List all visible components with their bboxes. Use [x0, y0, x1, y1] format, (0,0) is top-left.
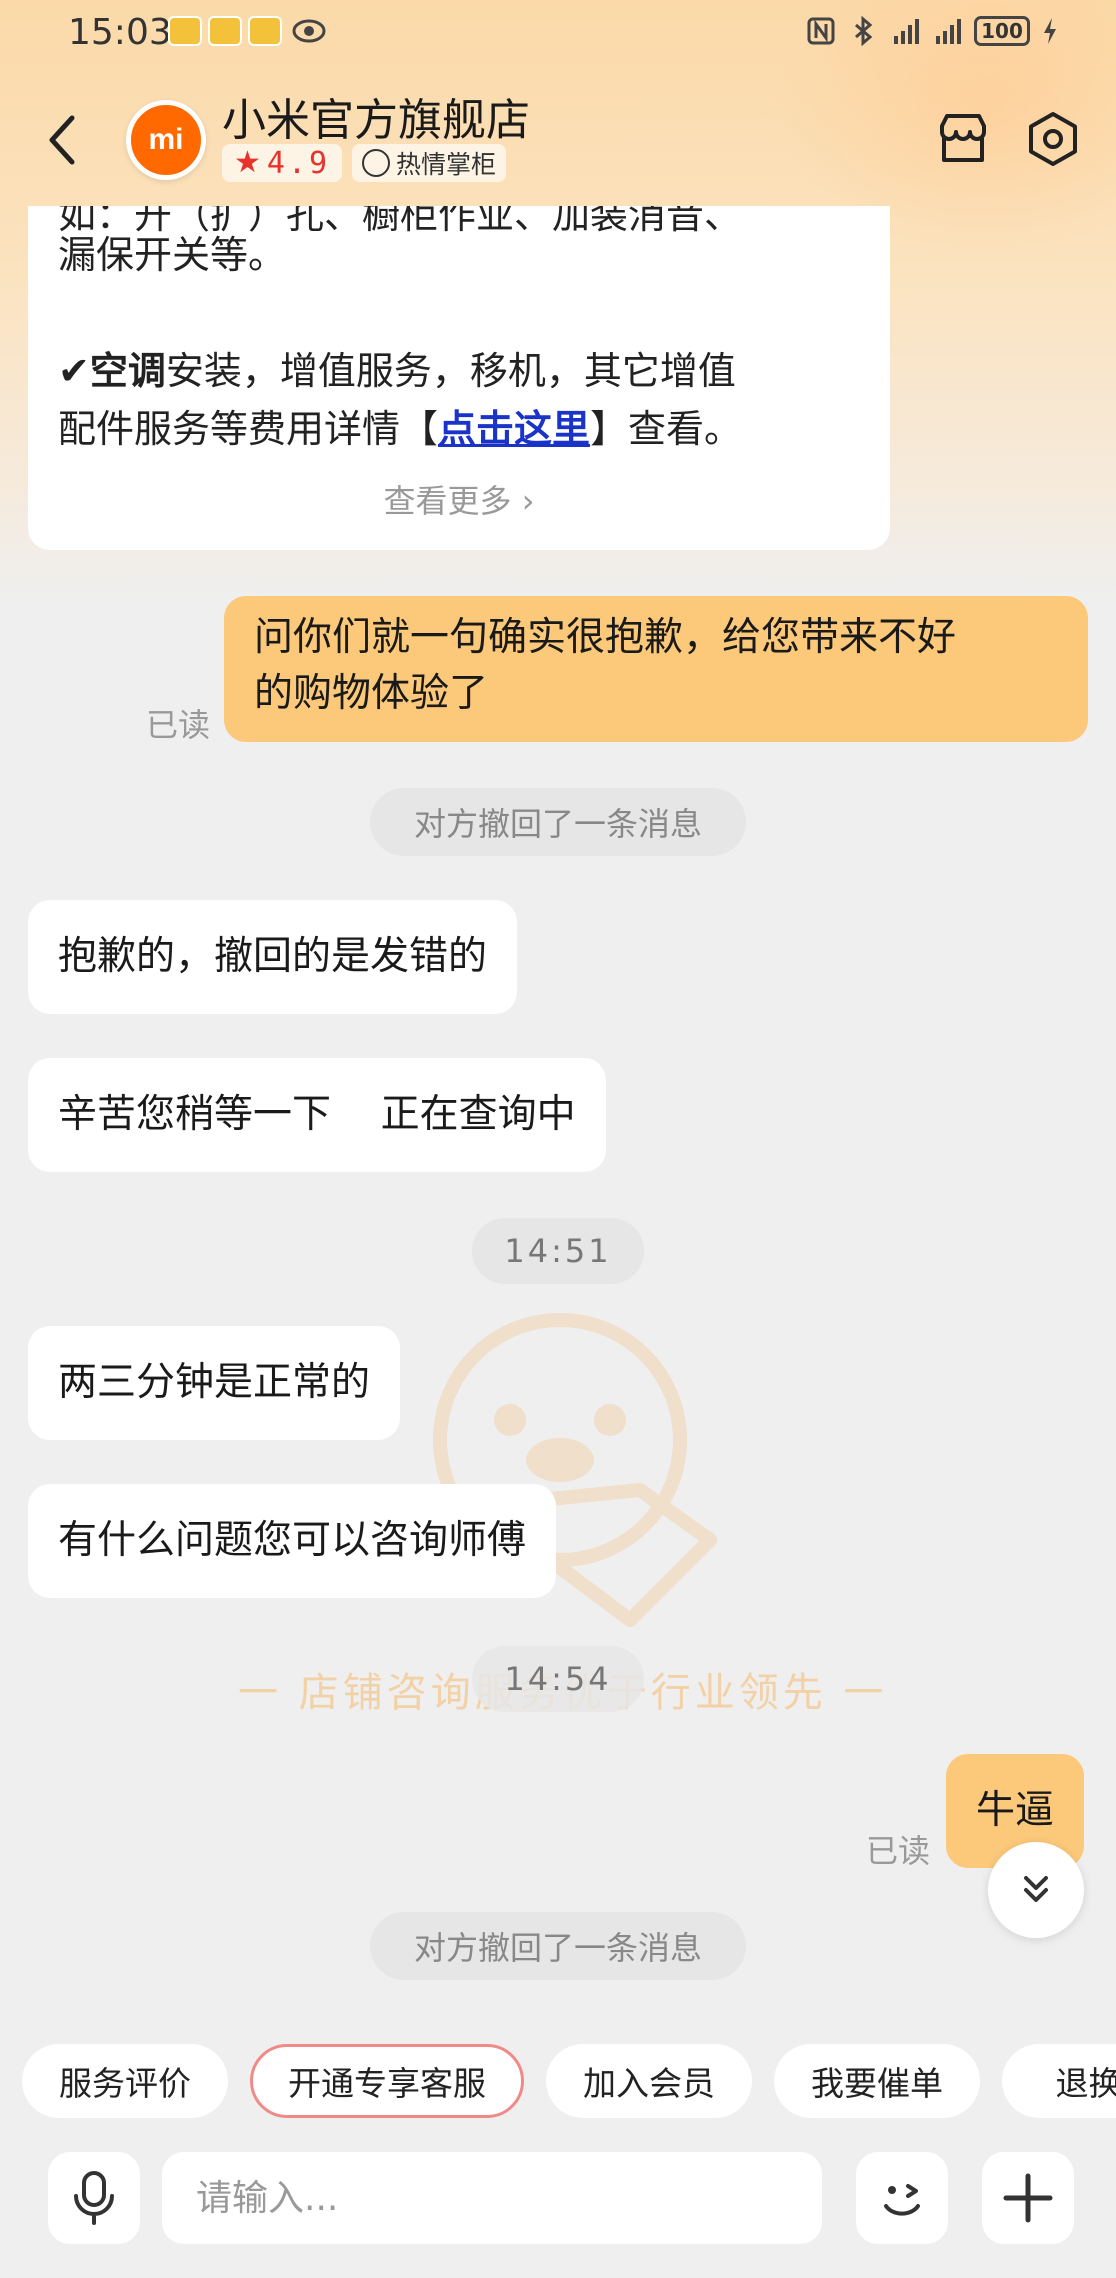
chat-header: mi 小米官方旗舰店 ★ 4.9 热情掌柜: [0, 70, 1116, 206]
quick-action-urge-order[interactable]: 我要催单: [774, 2044, 980, 2118]
quick-action-return-exchange[interactable]: 退换货: [1002, 2044, 1116, 2118]
quick-actions-bar: 服务评价 开通专享客服 加入会员 我要催单 退换货: [0, 2040, 1116, 2120]
message-text: 的购物体验了: [254, 671, 489, 716]
back-arrow-icon[interactable]: [40, 110, 90, 170]
host-badge-label: 热情掌柜: [396, 150, 497, 179]
recall-notice: 对方撤回了一条消息: [370, 788, 746, 856]
scroll-to-bottom-button[interactable]: [988, 1842, 1084, 1938]
logo-text: mi: [148, 123, 184, 156]
nfc-icon: [807, 17, 835, 45]
incoming-message[interactable]: 两三分钟是正常的: [28, 1326, 401, 1440]
notification-icon: [248, 16, 282, 46]
notification-icon: [208, 16, 242, 46]
status-right-icons: 100: [806, 16, 1058, 46]
microphone-icon: [74, 2171, 114, 2225]
more-options-button[interactable]: [982, 2152, 1074, 2244]
shop-logo[interactable]: mi: [126, 100, 206, 180]
quick-action-exclusive-service[interactable]: 开通专享客服: [250, 2044, 524, 2118]
settings-icon[interactable]: [1024, 110, 1082, 168]
see-more-label: 查看更多: [383, 482, 512, 520]
double-chevron-down-icon: [1024, 1876, 1048, 1902]
host-badge: 热情掌柜: [352, 144, 507, 182]
quick-action-service-review[interactable]: 服务评价: [22, 2044, 228, 2118]
service-info-card: 如：开（扩）孔、橱柜作业、加装消音、 漏保开关等。 ✔空调安装，增值服务，移机，…: [28, 206, 890, 550]
checkmark-icon: ✔: [58, 349, 90, 393]
rating-value: 4.9: [266, 145, 331, 181]
eye-icon: [292, 19, 326, 43]
see-more-button[interactable]: 查看更多 ›: [28, 476, 890, 522]
chevron-right-icon: ›: [521, 482, 535, 520]
shop-name[interactable]: 小米官方旗舰店: [222, 84, 530, 148]
outgoing-message[interactable]: 问你们就一句确实很抱歉，给您带来不好 的购物体验了: [224, 596, 1088, 742]
message-text: 问你们就一句确实很抱歉，给您带来不好: [254, 615, 957, 660]
store-icon[interactable]: [934, 110, 992, 168]
card-text: 配件服务等费用详情【: [58, 407, 439, 451]
wink-emoji-icon: [884, 2184, 920, 2216]
smiley-icon: [362, 149, 390, 177]
star-icon: ★: [234, 145, 261, 180]
message-input[interactable]: [162, 2152, 822, 2244]
card-line: ✔空调安装，增值服务，移机，其它增值: [58, 340, 736, 395]
input-bar: [0, 2140, 1116, 2278]
plus-icon: [1003, 2173, 1053, 2223]
battery-icon: 100: [974, 16, 1030, 46]
charging-icon: [1044, 18, 1056, 44]
recall-notice: 对方撤回了一条消息: [370, 1912, 746, 1980]
card-text: 安装，增值服务，移机，其它增值: [165, 349, 736, 393]
read-receipt: 已读: [866, 1832, 931, 1870]
rating-badge: ★ 4.9: [222, 144, 343, 182]
signal-4g-icon: [894, 19, 919, 44]
notification-icon: [168, 16, 202, 46]
card-line: 配件服务等费用详情【点击这里】查看。: [58, 398, 742, 453]
quick-action-join-member[interactable]: 加入会员: [546, 2044, 752, 2118]
notification-icons: [168, 16, 282, 46]
voice-input-button[interactable]: [48, 2152, 140, 2244]
click-here-link[interactable]: 点击这里: [438, 407, 590, 451]
incoming-message[interactable]: 有什么问题您可以咨询师傅: [28, 1484, 557, 1598]
read-receipt: 已读: [146, 706, 211, 744]
incoming-message[interactable]: 辛苦您稍等一下 正在查询中: [28, 1058, 606, 1172]
card-line: 漏保开关等。: [58, 233, 287, 277]
incoming-message[interactable]: 抱歉的，撤回的是发错的: [28, 900, 518, 1014]
status-bar: 15:03 100: [0, 0, 1116, 68]
card-bold-text: 空调: [89, 349, 166, 393]
status-time: 15:03: [68, 12, 172, 53]
card-text: 】查看。: [590, 407, 743, 451]
emoji-button[interactable]: [856, 2152, 948, 2244]
signal-4g-icon: [936, 19, 961, 44]
bluetooth-icon: [855, 16, 873, 46]
timestamp: 14:51: [472, 1218, 644, 1284]
timestamp: 14:54: [472, 1646, 644, 1712]
